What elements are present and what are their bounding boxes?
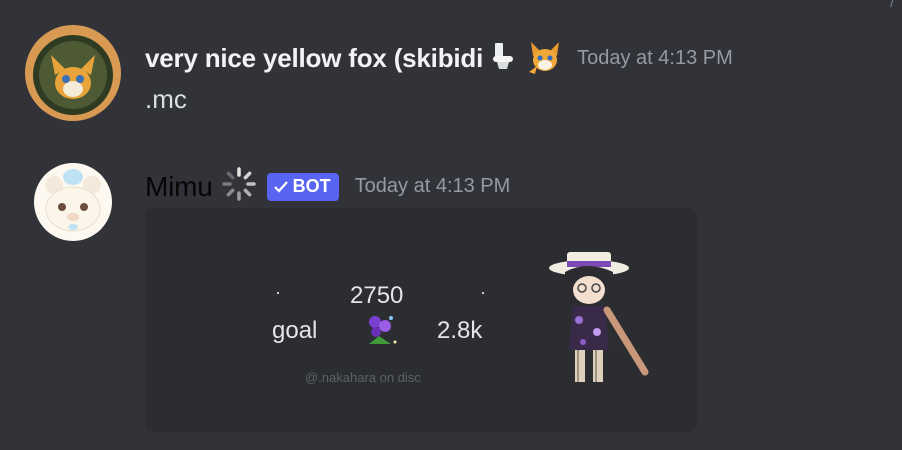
separator-dot-right: · xyxy=(480,282,486,302)
timestamp[interactable]: Today at 4:13 PM xyxy=(355,175,511,198)
hat-character-icon xyxy=(547,250,657,395)
goal-label: goal xyxy=(272,317,318,344)
username[interactable]: very nice yellow fox (skibidi xyxy=(145,43,483,74)
goal-value: 2.8k xyxy=(437,317,483,344)
bot-badge: BOT xyxy=(266,172,339,201)
loading-spinner-icon xyxy=(221,166,257,207)
violet-flower-icon xyxy=(361,310,401,355)
message-header: very nice yellow fox (skibidi Today at 4… xyxy=(145,36,733,81)
fox-emoji-icon xyxy=(525,36,565,81)
message-header: Mimu BOT Today at 4:13 PM xyxy=(145,166,510,207)
watermark: @.nakahara on disc xyxy=(305,370,421,385)
bot-badge-label: BOT xyxy=(292,176,331,196)
username[interactable]: Mimu xyxy=(145,171,213,203)
message-content: .mc xyxy=(145,84,187,114)
toilet-emoji-icon xyxy=(491,41,517,76)
corner-mark: / xyxy=(890,0,894,10)
separator-dot-left: · xyxy=(275,282,281,302)
embed: · 2750 · goal 2.8k @.nakahara on disc xyxy=(145,208,697,432)
current-value: 2750 xyxy=(350,282,404,309)
checkmark-icon xyxy=(273,180,288,193)
timestamp[interactable]: Today at 4:13 PM xyxy=(577,47,733,70)
bear-avatar-icon[interactable] xyxy=(34,163,112,241)
fox-avatar-icon[interactable] xyxy=(25,25,121,121)
